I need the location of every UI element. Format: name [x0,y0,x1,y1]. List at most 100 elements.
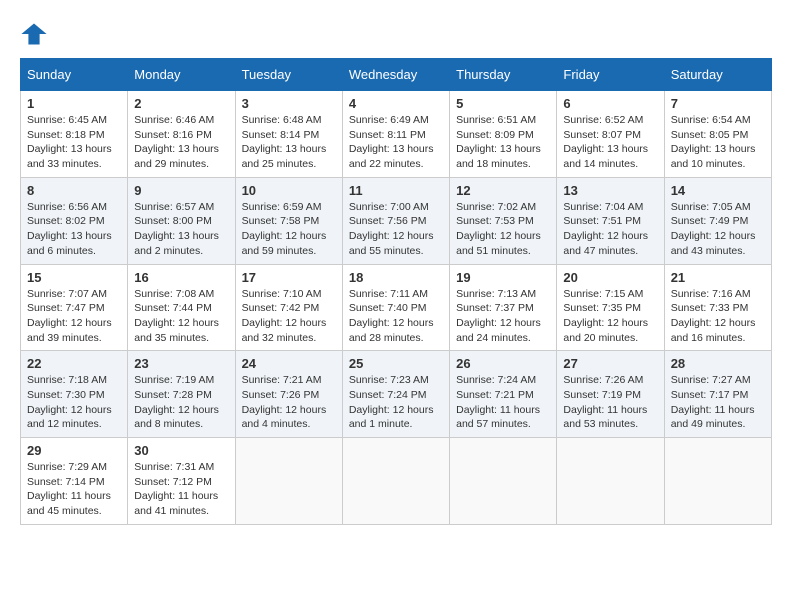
day-number: 17 [242,270,336,285]
calendar-cell: 9 Sunrise: 6:57 AMSunset: 8:00 PMDayligh… [128,177,235,264]
calendar-cell [450,438,557,525]
day-info: Sunrise: 7:29 AMSunset: 7:14 PMDaylight:… [27,461,111,517]
day-info: Sunrise: 7:26 AMSunset: 7:19 PMDaylight:… [563,374,647,430]
calendar-cell: 24 Sunrise: 7:21 AMSunset: 7:26 PMDaylig… [235,351,342,438]
calendar-cell [664,438,771,525]
calendar-header-row: SundayMondayTuesdayWednesdayThursdayFrid… [21,59,772,91]
calendar-table: SundayMondayTuesdayWednesdayThursdayFrid… [20,58,772,525]
calendar-cell: 23 Sunrise: 7:19 AMSunset: 7:28 PMDaylig… [128,351,235,438]
calendar-cell: 7 Sunrise: 6:54 AMSunset: 8:05 PMDayligh… [664,91,771,178]
day-info: Sunrise: 7:13 AMSunset: 7:37 PMDaylight:… [456,288,541,344]
day-info: Sunrise: 7:00 AMSunset: 7:56 PMDaylight:… [349,201,434,257]
day-number: 27 [563,356,657,371]
day-number: 3 [242,96,336,111]
calendar-cell [235,438,342,525]
day-info: Sunrise: 7:23 AMSunset: 7:24 PMDaylight:… [349,374,434,430]
day-number: 13 [563,183,657,198]
calendar-week-row: 22 Sunrise: 7:18 AMSunset: 7:30 PMDaylig… [21,351,772,438]
day-number: 6 [563,96,657,111]
calendar-cell: 13 Sunrise: 7:04 AMSunset: 7:51 PMDaylig… [557,177,664,264]
calendar-cell [557,438,664,525]
day-number: 26 [456,356,550,371]
day-number: 8 [27,183,121,198]
calendar-cell: 4 Sunrise: 6:49 AMSunset: 8:11 PMDayligh… [342,91,449,178]
day-info: Sunrise: 7:24 AMSunset: 7:21 PMDaylight:… [456,374,540,430]
calendar-cell: 6 Sunrise: 6:52 AMSunset: 8:07 PMDayligh… [557,91,664,178]
day-number: 12 [456,183,550,198]
weekday-header: Sunday [21,59,128,91]
day-number: 30 [134,443,228,458]
day-info: Sunrise: 7:18 AMSunset: 7:30 PMDaylight:… [27,374,112,430]
day-number: 16 [134,270,228,285]
day-number: 9 [134,183,228,198]
calendar-cell: 27 Sunrise: 7:26 AMSunset: 7:19 PMDaylig… [557,351,664,438]
day-info: Sunrise: 6:57 AMSunset: 8:00 PMDaylight:… [134,201,219,257]
calendar-cell: 25 Sunrise: 7:23 AMSunset: 7:24 PMDaylig… [342,351,449,438]
day-info: Sunrise: 7:19 AMSunset: 7:28 PMDaylight:… [134,374,219,430]
calendar-cell: 11 Sunrise: 7:00 AMSunset: 7:56 PMDaylig… [342,177,449,264]
day-number: 19 [456,270,550,285]
day-info: Sunrise: 7:27 AMSunset: 7:17 PMDaylight:… [671,374,755,430]
weekday-header: Friday [557,59,664,91]
calendar-cell: 18 Sunrise: 7:11 AMSunset: 7:40 PMDaylig… [342,264,449,351]
calendar-cell: 2 Sunrise: 6:46 AMSunset: 8:16 PMDayligh… [128,91,235,178]
day-number: 11 [349,183,443,198]
day-info: Sunrise: 7:31 AMSunset: 7:12 PMDaylight:… [134,461,218,517]
calendar-cell: 20 Sunrise: 7:15 AMSunset: 7:35 PMDaylig… [557,264,664,351]
calendar-cell: 15 Sunrise: 7:07 AMSunset: 7:47 PMDaylig… [21,264,128,351]
day-info: Sunrise: 7:07 AMSunset: 7:47 PMDaylight:… [27,288,112,344]
day-info: Sunrise: 7:11 AMSunset: 7:40 PMDaylight:… [349,288,434,344]
weekday-header: Wednesday [342,59,449,91]
calendar-cell: 17 Sunrise: 7:10 AMSunset: 7:42 PMDaylig… [235,264,342,351]
day-number: 21 [671,270,765,285]
day-info: Sunrise: 7:16 AMSunset: 7:33 PMDaylight:… [671,288,756,344]
calendar-week-row: 1 Sunrise: 6:45 AMSunset: 8:18 PMDayligh… [21,91,772,178]
weekday-header: Saturday [664,59,771,91]
calendar-cell: 16 Sunrise: 7:08 AMSunset: 7:44 PMDaylig… [128,264,235,351]
day-info: Sunrise: 6:56 AMSunset: 8:02 PMDaylight:… [27,201,112,257]
calendar-cell: 19 Sunrise: 7:13 AMSunset: 7:37 PMDaylig… [450,264,557,351]
day-number: 1 [27,96,121,111]
day-info: Sunrise: 7:21 AMSunset: 7:26 PMDaylight:… [242,374,327,430]
day-info: Sunrise: 7:10 AMSunset: 7:42 PMDaylight:… [242,288,327,344]
calendar-week-row: 29 Sunrise: 7:29 AMSunset: 7:14 PMDaylig… [21,438,772,525]
day-number: 29 [27,443,121,458]
calendar-cell: 5 Sunrise: 6:51 AMSunset: 8:09 PMDayligh… [450,91,557,178]
weekday-header: Monday [128,59,235,91]
calendar-cell: 3 Sunrise: 6:48 AMSunset: 8:14 PMDayligh… [235,91,342,178]
calendar-body: 1 Sunrise: 6:45 AMSunset: 8:18 PMDayligh… [21,91,772,525]
weekday-header: Thursday [450,59,557,91]
day-number: 18 [349,270,443,285]
day-number: 14 [671,183,765,198]
calendar-cell: 26 Sunrise: 7:24 AMSunset: 7:21 PMDaylig… [450,351,557,438]
page-header [20,20,772,48]
calendar-cell: 29 Sunrise: 7:29 AMSunset: 7:14 PMDaylig… [21,438,128,525]
day-number: 22 [27,356,121,371]
day-number: 5 [456,96,550,111]
day-number: 4 [349,96,443,111]
calendar-cell [342,438,449,525]
day-number: 28 [671,356,765,371]
day-number: 23 [134,356,228,371]
calendar-cell: 8 Sunrise: 6:56 AMSunset: 8:02 PMDayligh… [21,177,128,264]
day-number: 20 [563,270,657,285]
day-info: Sunrise: 6:45 AMSunset: 8:18 PMDaylight:… [27,114,112,170]
day-number: 25 [349,356,443,371]
calendar-cell: 22 Sunrise: 7:18 AMSunset: 7:30 PMDaylig… [21,351,128,438]
day-number: 10 [242,183,336,198]
day-info: Sunrise: 6:46 AMSunset: 8:16 PMDaylight:… [134,114,219,170]
day-info: Sunrise: 6:49 AMSunset: 8:11 PMDaylight:… [349,114,434,170]
day-info: Sunrise: 7:15 AMSunset: 7:35 PMDaylight:… [563,288,648,344]
calendar-cell: 12 Sunrise: 7:02 AMSunset: 7:53 PMDaylig… [450,177,557,264]
day-info: Sunrise: 6:59 AMSunset: 7:58 PMDaylight:… [242,201,327,257]
day-info: Sunrise: 6:54 AMSunset: 8:05 PMDaylight:… [671,114,756,170]
day-info: Sunrise: 7:05 AMSunset: 7:49 PMDaylight:… [671,201,756,257]
logo-icon [20,20,48,48]
calendar-week-row: 15 Sunrise: 7:07 AMSunset: 7:47 PMDaylig… [21,264,772,351]
calendar-cell: 28 Sunrise: 7:27 AMSunset: 7:17 PMDaylig… [664,351,771,438]
calendar-cell: 10 Sunrise: 6:59 AMSunset: 7:58 PMDaylig… [235,177,342,264]
calendar-cell: 14 Sunrise: 7:05 AMSunset: 7:49 PMDaylig… [664,177,771,264]
day-number: 2 [134,96,228,111]
day-info: Sunrise: 7:02 AMSunset: 7:53 PMDaylight:… [456,201,541,257]
day-info: Sunrise: 7:04 AMSunset: 7:51 PMDaylight:… [563,201,648,257]
